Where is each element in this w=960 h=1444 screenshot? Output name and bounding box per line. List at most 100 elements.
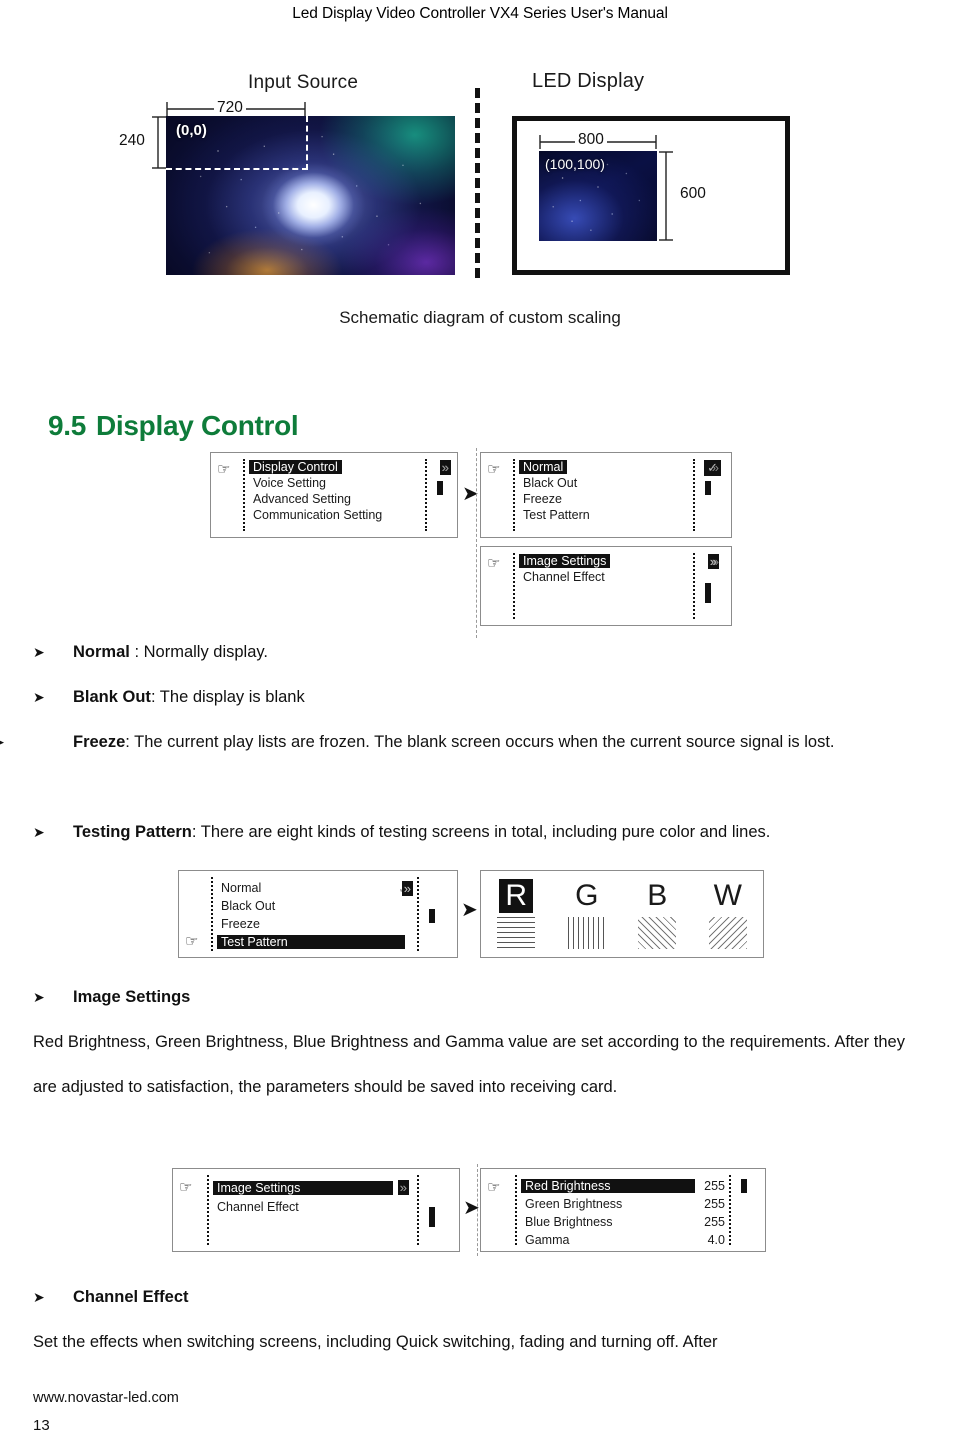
menu-item-black-out[interactable]: Black Out — [217, 897, 413, 915]
input-source-title: Input Source — [248, 72, 359, 93]
lcd-right-dotted-rail — [417, 877, 419, 951]
menu-item-display-control[interactable]: Display Control » — [249, 459, 451, 475]
menu-item-channel-effect[interactable]: Channel Effect » — [213, 1181, 413, 1216]
menu-item-normal[interactable]: Normal ✓ — [519, 459, 721, 476]
test-pattern-cell-r: R — [493, 879, 539, 949]
menu-item-test-pattern[interactable]: Test Pattern » — [519, 461, 719, 523]
footer-page-number: 13 — [33, 1417, 50, 1434]
led-display-title: LED Display — [532, 70, 645, 92]
diagonal-lines-down-icon — [708, 917, 747, 949]
bullet-marker-icon: ➤ — [33, 644, 45, 660]
bullet-term: Normal — [73, 643, 130, 661]
lcd-right-dotted-rail — [729, 1175, 731, 1245]
menu-item-label: Voice Setting — [253, 476, 326, 490]
test-pattern-preview: R G B W — [480, 870, 764, 958]
menu-item-label: Test Pattern — [523, 508, 590, 522]
chevron-right-icon: » — [399, 1180, 407, 1195]
led-origin-label: (100,100) — [545, 156, 605, 172]
chevron-right-icon: » — [711, 460, 719, 475]
menu-item-label: Normal — [221, 881, 262, 895]
test-pattern-cell-b: B — [634, 879, 680, 949]
menu-item-label: Freeze — [221, 917, 260, 931]
bullet-channel-effect: ➤ Channel Effect — [33, 1275, 913, 1320]
lcd-display-control-panel: ☞ Normal ✓ Black Out Freeze Test Pattern… — [480, 452, 732, 538]
menu-item-image-settings[interactable]: Image Settings » — [213, 1178, 413, 1197]
menu-item-label: Green Brightness — [525, 1197, 623, 1211]
menu-item-label: Normal — [519, 460, 568, 474]
channel-effect-paragraph: Set the effects when switching screens, … — [33, 1333, 718, 1351]
pattern-letter: G — [575, 879, 599, 912]
pattern-letter: W — [713, 879, 742, 912]
bullet-marker-icon: ➤ — [33, 989, 45, 1005]
manual-title: Led Display Video Controller VX4 Series … — [292, 5, 668, 22]
lcd-brightness-panel: ☞ Red Brightness 255 Green Brightness 25… — [480, 1168, 766, 1252]
menu-item-advanced-setting[interactable]: Advanced Setting » — [249, 461, 449, 507]
led-height-value: 600 — [677, 185, 709, 203]
chevron-right-icon: » — [711, 554, 719, 569]
vertical-lines-icon — [567, 917, 606, 949]
menu-item-value: 255 — [704, 1197, 725, 1211]
lcd-scrollbar-thumb[interactable] — [429, 909, 435, 923]
input-height-value: 240 — [116, 132, 148, 150]
bullet-text: : The display is blank — [150, 688, 305, 706]
menu-item-normal[interactable]: Normal ✓ — [217, 879, 413, 897]
menu-item-gamma[interactable]: Gamma 4.0 — [521, 1231, 725, 1249]
menu-item-label: Black Out — [221, 899, 276, 913]
input-source-image: (0,0) — [166, 116, 455, 275]
bullet-text: : There are eight kinds of testing scree… — [191, 823, 771, 841]
hand-pointer-icon: ☞ — [179, 1179, 193, 1196]
footer-url[interactable]: www.novastar-led.com — [33, 1390, 179, 1406]
section-title: Display Control — [96, 410, 299, 441]
custom-scaling-schematic: Input Source LED Display 720 240 (0,0) 8… — [116, 60, 860, 295]
led-height-dimension: 600 — [659, 151, 709, 241]
lcd-scrollbar-thumb[interactable] — [437, 481, 443, 495]
input-origin-label: (0,0) — [176, 122, 207, 139]
bullet-testing-pattern: ➤ Testing Pattern: There are eight kinds … — [33, 810, 913, 855]
menu-item-black-out[interactable]: Black Out — [519, 475, 689, 491]
lcd-image-settings-menu: ☞ Image Settings » Channel Effect » — [172, 1168, 460, 1252]
hand-pointer-icon: ☞ — [217, 461, 231, 478]
input-width-dimension: 720 — [166, 99, 306, 117]
menu-item-voice-setting[interactable]: Voice Setting » — [249, 461, 449, 491]
lcd-left-dotted-rail — [515, 1175, 517, 1245]
lcd-scrollbar-thumb[interactable] — [741, 1179, 747, 1193]
menu-item-label: Red Brightness — [521, 1179, 695, 1193]
menu-item-blue-brightness[interactable]: Blue Brightness 255 — [521, 1213, 725, 1231]
menu-item-communication-setting[interactable]: Communication Setting » — [249, 461, 449, 523]
bullet-marker-icon: ➤ — [33, 824, 45, 840]
bullet-marker-icon: ➤ — [33, 1289, 45, 1305]
led-width-value: 800 — [575, 131, 607, 149]
menu-item-label: Test Pattern — [217, 935, 405, 949]
lcd-right-dotted-rail — [693, 459, 695, 531]
menu-item-test-pattern[interactable]: Test Pattern » — [217, 881, 413, 951]
lcd-test-pattern-menu: ☞ Normal ✓ Black Out Freeze Test Pattern… — [178, 870, 458, 958]
chevron-right-icon: » — [441, 460, 449, 475]
menu-item-label: Display Control — [249, 460, 342, 474]
page-title: 9.5 Display Control — [33, 378, 299, 442]
flow-arrow-icon: ➤ — [461, 899, 478, 921]
schematic-caption: Schematic diagram of custom scaling — [339, 308, 621, 327]
menu-item-label: Blue Brightness — [525, 1215, 613, 1229]
menu-item-freeze[interactable]: Freeze — [519, 491, 689, 507]
menu-item-red-brightness[interactable]: Red Brightness 255 — [521, 1177, 725, 1195]
menu-item-channel-effect[interactable]: Channel Effect » — [519, 555, 719, 585]
input-width-value: 720 — [214, 99, 246, 117]
menu-item-freeze[interactable]: Freeze — [217, 915, 413, 933]
menu-item-label: Channel Effect — [523, 570, 605, 584]
lcd-row-list: Normal ✓ Black Out Freeze Test Pattern » — [519, 459, 721, 523]
lcd-scrollbar-thumb[interactable] — [705, 481, 711, 495]
lcd-row-list: Image Settings » Channel Effect » — [519, 553, 719, 585]
lcd-scrollbar-thumb[interactable] — [705, 583, 711, 603]
menu-item-green-brightness[interactable]: Green Brightness 255 — [521, 1195, 725, 1213]
menu-item-image-settings[interactable]: Image Settings » — [519, 553, 719, 569]
lcd-row-list: Display Control » Voice Setting » Advanc… — [249, 459, 451, 523]
bullet-marker-icon: ➤ — [33, 689, 45, 705]
bullet-text: : The current play lists are frozen. The… — [125, 733, 835, 751]
figure-divider — [476, 448, 477, 638]
diagonal-lines-up-icon — [638, 917, 677, 949]
menu-item-value: 255 — [704, 1215, 725, 1229]
lcd-scrollbar-thumb[interactable] — [429, 1207, 435, 1227]
chevron-right-icon: » — [401, 881, 413, 896]
lcd-left-dotted-rail — [211, 877, 213, 951]
bullet-term: Testing Pattern — [73, 823, 192, 841]
